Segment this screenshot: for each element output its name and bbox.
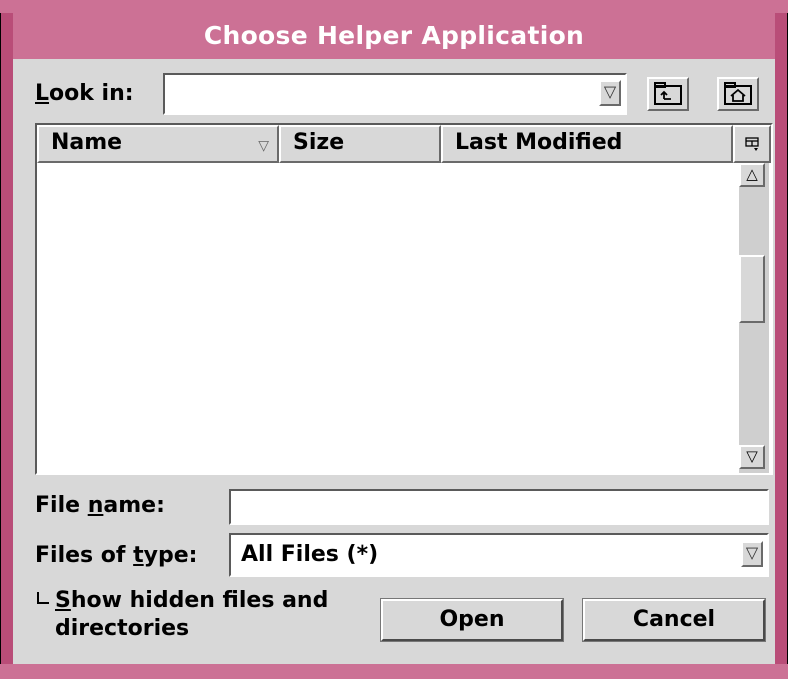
file-name-label: File name:	[35, 493, 165, 518]
show-hidden-label[interactable]: Show hidden files and directories	[55, 587, 328, 643]
column-header-name[interactable]: Name ▽	[37, 125, 279, 163]
column-header-size-label: Size	[293, 130, 345, 155]
cancel-button-label: Cancel	[632, 607, 716, 632]
folder-up-icon	[654, 82, 682, 105]
triangle-down-icon: ▽	[746, 447, 758, 465]
scroll-up-button[interactable]: △	[739, 163, 765, 187]
vertical-scrollbar[interactable]: △ ▽	[739, 163, 769, 473]
cancel-button[interactable]: Cancel	[582, 598, 766, 642]
triangle-up-icon: △	[746, 165, 758, 183]
column-menu-button[interactable]	[733, 125, 771, 163]
home-folder-button[interactable]	[717, 77, 759, 111]
file-list[interactable]: Name ▽ Size Last Modified △ ▽	[35, 123, 773, 475]
file-name-input[interactable]	[229, 489, 769, 525]
look-in-combobox[interactable]: ▽	[163, 73, 627, 115]
chevron-down-icon[interactable]: ▽	[741, 541, 763, 567]
open-button-label: Open	[439, 607, 505, 632]
sort-descending-icon: ▽	[258, 138, 269, 154]
column-header-last-modified[interactable]: Last Modified	[441, 125, 733, 163]
window-top-border	[0, 0, 788, 13]
show-hidden-checkbox[interactable]	[37, 592, 49, 604]
scrollbar-thumb[interactable]	[739, 255, 765, 323]
files-of-type-value: All Files (*)	[241, 542, 379, 567]
column-header-last-modified-label: Last Modified	[455, 130, 623, 155]
files-of-type-select[interactable]: All Files (*) ▽	[229, 533, 769, 577]
scroll-down-button[interactable]: ▽	[739, 445, 765, 469]
column-header-name-label: Name	[51, 130, 123, 155]
column-header-size[interactable]: Size	[279, 125, 441, 163]
home-folder-icon	[724, 82, 752, 105]
dialog-title: Choose Helper Application	[203, 21, 585, 50]
chevron-down-icon[interactable]: ▽	[599, 80, 621, 106]
look-in-label: Look in:	[35, 81, 134, 106]
window-bottom-border	[0, 664, 788, 679]
column-menu-icon	[745, 137, 759, 151]
dialog-body: Look in: ▽ Name ▽ Size Last Modified △ ▽…	[13, 59, 775, 664]
open-button[interactable]: Open	[380, 598, 564, 642]
up-folder-button[interactable]	[647, 77, 689, 111]
files-of-type-label: Files of type:	[35, 543, 198, 568]
title-bar[interactable]: Choose Helper Application	[13, 13, 775, 59]
